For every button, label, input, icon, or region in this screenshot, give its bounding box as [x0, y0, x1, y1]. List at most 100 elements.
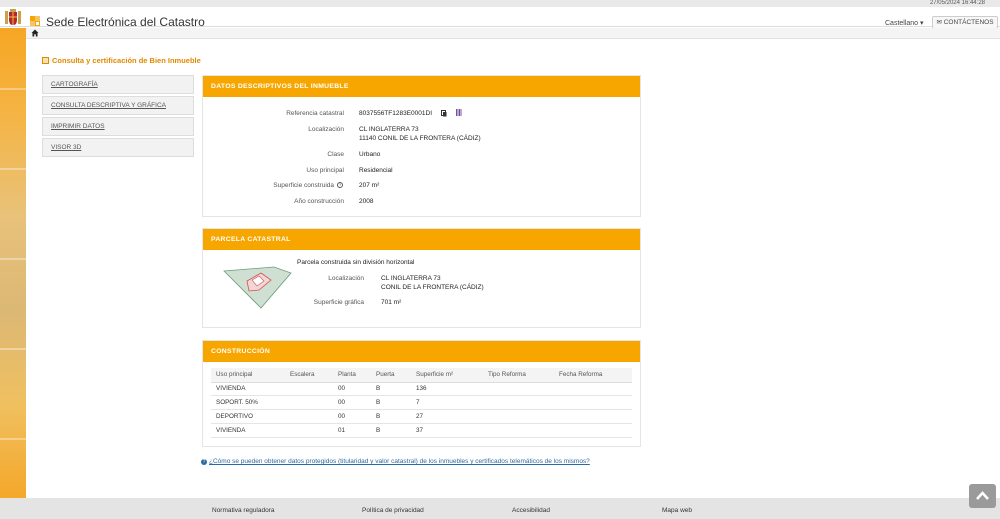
cell-superficie: 37 [411, 423, 483, 438]
footer-link-normativa[interactable]: Normativa reguladora [212, 507, 275, 514]
parcela-subtitle: Parcela construida sin división horizont… [297, 259, 415, 266]
datos-panel-title: DATOS DESCRIPTIVOS DEL INMUEBLE [203, 76, 640, 97]
parcela-loc-value-1: CL INGLATERRA 73 [381, 275, 441, 282]
cell-uso: VIVIENDA [211, 382, 285, 397]
coat-of-arms-icon [5, 9, 21, 25]
cell-planta: 00 [333, 382, 371, 397]
cell-fecha-reforma [554, 409, 632, 424]
parcela-panel: PARCELA CATASTRAL Parcela construida sin… [202, 228, 641, 328]
cell-puerta: B [371, 395, 411, 411]
parcela-sup-label: Superficie gráfica [313, 299, 364, 306]
cell-planta: 00 [333, 409, 371, 424]
uso-label: Uso principal [306, 167, 344, 174]
top-strip: 27/05/2024 16:44:28 [0, 0, 1000, 7]
nav-bar [0, 28, 1000, 39]
parcela-sup-value: 701 m² [381, 299, 402, 306]
table-header-row: Uso principal Escalera Planta Puerta Sup… [211, 368, 632, 383]
cell-uso: SOPORT. 50% [211, 395, 285, 411]
datos-panel: DATOS DESCRIPTIVOS DEL INMUEBLE Referenc… [202, 75, 641, 217]
side-decorative-banner [0, 28, 26, 498]
cell-fecha-reforma [554, 423, 632, 438]
ref-value: 8037556TF1283E0001DI [359, 110, 433, 117]
menu-item-cartografia[interactable]: CARTOGRAFÍA [42, 75, 194, 94]
cell-planta: 00 [333, 395, 371, 411]
cell-tipo-reforma [483, 382, 554, 397]
side-menu: CARTOGRAFÍA CONSULTA DESCRIPTIVA Y GRÁFI… [42, 75, 194, 159]
col-uso: Uso principal [211, 368, 285, 383]
breadcrumb-label: Consulta y certificación de Bien Inmuebl… [52, 56, 201, 65]
cell-escalera [285, 382, 333, 397]
ref-label: Referencia catastral [286, 110, 344, 117]
cell-tipo-reforma [483, 409, 554, 424]
col-escalera: Escalera [285, 368, 333, 383]
language-label: Castellano [885, 20, 919, 27]
scroll-to-top-button[interactable] [969, 484, 996, 508]
question-icon: ? [201, 459, 207, 465]
menu-item-visor-3d[interactable]: VISOR 3D [42, 138, 194, 157]
catastro-logo-icon[interactable] [30, 16, 40, 26]
anio-value: 2008 [359, 198, 374, 205]
envelope-icon: ✉ [936, 19, 942, 26]
cell-puerta: B [371, 382, 411, 397]
site-header: Sede Electrónica del Catastro Castellano… [0, 7, 1000, 29]
faq-link[interactable]: ? ¿Cómo se pueden obtener datos protegido… [201, 458, 590, 465]
loc-label: Localización [308, 126, 344, 133]
site-footer: Normativa reguladora Política de privaci… [0, 498, 1000, 519]
cell-escalera [285, 409, 333, 424]
barcode-icon[interactable] [456, 109, 462, 116]
col-puerta: Puerta [371, 368, 411, 383]
page-breadcrumb: Consulta y certificación de Bien Inmuebl… [42, 56, 201, 65]
language-selector[interactable]: Castellano ▾ [885, 19, 924, 27]
table-row: VIVIENDA 00 B 136 [211, 382, 632, 397]
faq-text: ¿Cómo se pueden obtener datos protegidos… [209, 458, 590, 465]
cell-tipo-reforma [483, 423, 554, 438]
construccion-table: Uso principal Escalera Planta Puerta Sup… [211, 368, 632, 438]
footer-link-privacidad[interactable]: Política de privacidad [362, 507, 424, 514]
document-icon [42, 57, 49, 64]
anio-label: Año construcción [294, 198, 344, 205]
home-icon[interactable] [31, 29, 39, 37]
copy-icon[interactable] [441, 110, 447, 117]
clase-value: Urbano [359, 151, 381, 158]
col-planta: Planta [333, 368, 371, 383]
cell-superficie: 27 [411, 409, 483, 424]
footer-link-mapa-web[interactable]: Mapa web [662, 507, 692, 514]
clase-label: Clase [327, 151, 344, 158]
footer-link-accesibilidad[interactable]: Accesibilidad [512, 507, 550, 514]
parcela-panel-title: PARCELA CATASTRAL [203, 229, 640, 250]
cell-escalera [285, 423, 333, 438]
cell-planta: 01 [333, 423, 371, 438]
construccion-panel-title: CONSTRUCCIÓN [203, 341, 640, 362]
parcela-loc-value-2: CONIL DE LA FRONTERA (CÁDIZ) [381, 284, 484, 291]
info-icon[interactable]: ? [337, 182, 343, 188]
col-fecha-reforma: Fecha Reforma [554, 368, 632, 383]
table-row: VIVIENDA 01 B 37 [211, 423, 632, 438]
menu-item-imprimir[interactable]: IMPRIMIR DATOS [42, 117, 194, 136]
datetime: 27/05/2024 16:44:28 [929, 0, 985, 6]
contact-label: CONTÁCTENOS [943, 19, 994, 26]
parcela-loc-label: Localización [328, 275, 364, 282]
loc-value-1: CL INGLATERRA 73 [359, 126, 419, 133]
chevron-up-icon [976, 491, 989, 500]
cell-escalera [285, 395, 333, 411]
menu-item-consulta[interactable]: CONSULTA DESCRIPTIVA Y GRÁFICA [42, 96, 194, 115]
chevron-down-icon: ▾ [920, 20, 924, 27]
cell-superficie: 7 [411, 395, 483, 411]
cell-tipo-reforma [483, 395, 554, 411]
site-title[interactable]: Sede Electrónica del Catastro [46, 15, 205, 29]
superficie-value: 207 m² [359, 182, 380, 189]
table-row: DEPORTIVO 00 B 27 [211, 409, 632, 424]
cell-puerta: B [371, 423, 411, 438]
table-row: SOPORT. 50% 00 B 7 [211, 395, 632, 411]
loc-value-2: 11140 CONIL DE LA FRONTERA (CÁDIZ) [359, 135, 481, 142]
superficie-label: Superficie construida [273, 182, 334, 189]
cell-fecha-reforma [554, 382, 632, 397]
cell-puerta: B [371, 409, 411, 424]
col-tipo-reforma: Tipo Reforma [483, 368, 554, 383]
cell-fecha-reforma [554, 395, 632, 411]
col-superficie: Superficie m² [411, 368, 483, 383]
cell-uso: DEPORTIVO [211, 409, 285, 424]
uso-value: Residencial [359, 167, 393, 174]
cell-superficie: 136 [411, 382, 483, 397]
cell-uso: VIVIENDA [211, 423, 285, 438]
